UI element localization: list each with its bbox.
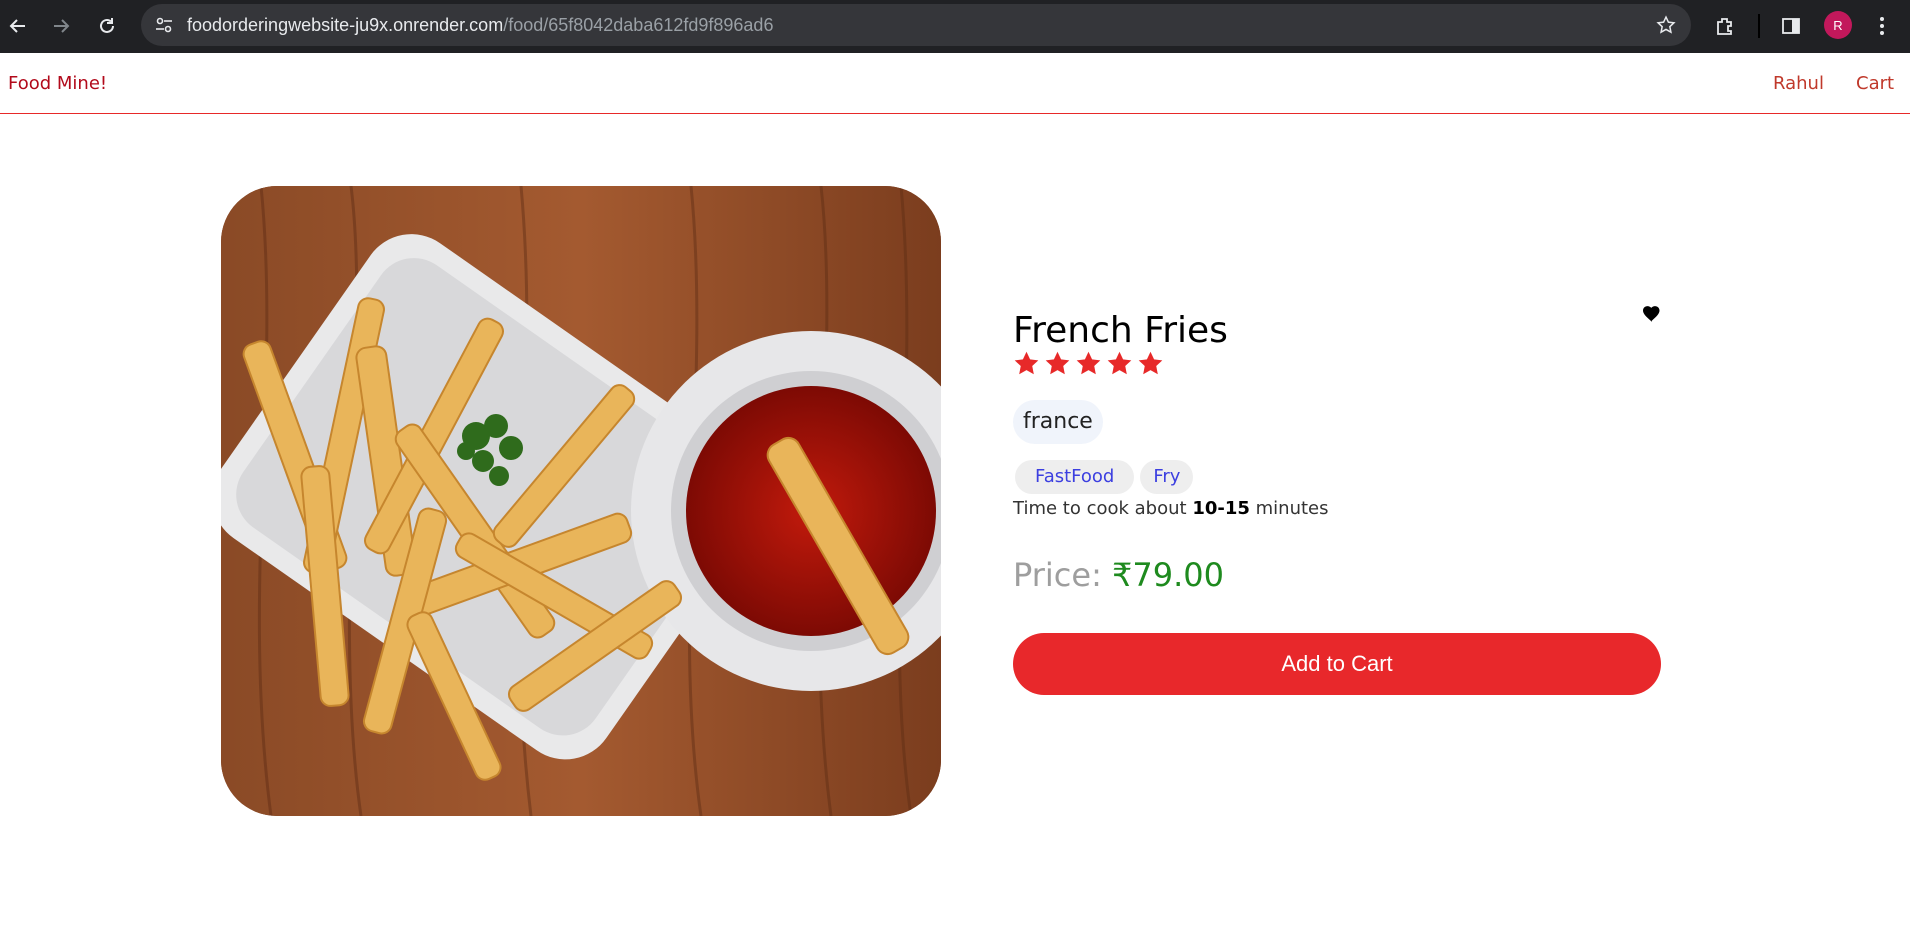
favorite-heart-icon[interactable] <box>1643 306 1663 326</box>
rating-stars <box>1013 350 1164 381</box>
site-header: Food Mine! Rahul Cart <box>0 53 1910 114</box>
side-panel-icon[interactable] <box>1775 10 1807 42</box>
back-arrow-icon[interactable] <box>2 10 34 42</box>
star-icon <box>1106 350 1133 381</box>
food-name: French Fries <box>1013 310 1228 351</box>
site-settings-icon[interactable] <box>151 12 177 38</box>
profile-avatar[interactable]: R <box>1824 11 1852 39</box>
toolbar-divider <box>1758 14 1760 38</box>
nav-user-link[interactable]: Rahul <box>1773 73 1824 94</box>
cook-time: Time to cook about 10-15 minutes <box>1013 498 1329 519</box>
url-text: foodorderingwebsite-ju9x.onrender.com/fo… <box>187 4 773 46</box>
star-icon <box>1137 350 1164 381</box>
browser-toolbar: foodorderingwebsite-ju9x.onrender.com/fo… <box>0 0 1910 53</box>
reload-icon[interactable] <box>91 10 123 42</box>
extensions-icon[interactable] <box>1709 10 1741 42</box>
star-icon <box>1013 350 1040 381</box>
cook-time-value: 10-15 <box>1192 498 1250 519</box>
price-value: ₹79.00 <box>1112 556 1224 594</box>
price-label: Price: <box>1013 556 1102 594</box>
nav-cart-link[interactable]: Cart <box>1856 73 1894 94</box>
url-host: foodorderingwebsite-ju9x.onrender.com <box>187 15 504 35</box>
food-tags: FastFood Fry <box>1015 460 1194 494</box>
origin-tag[interactable]: france <box>1013 400 1103 444</box>
more-menu-icon[interactable] <box>1866 10 1898 42</box>
star-icon <box>1075 350 1102 381</box>
cook-time-prefix: Time to cook about <box>1013 498 1187 519</box>
tag-fastfood[interactable]: FastFood <box>1015 460 1135 494</box>
star-icon <box>1044 350 1071 381</box>
bookmark-star-icon[interactable] <box>1653 12 1679 38</box>
cook-time-suffix: minutes <box>1255 498 1329 519</box>
food-image <box>221 186 941 816</box>
tag-fry[interactable]: Fry <box>1140 460 1194 494</box>
site-logo[interactable]: Food Mine! <box>8 73 107 94</box>
url-path: /food/65f8042daba612fd9f896ad6 <box>503 15 774 35</box>
add-to-cart-button[interactable]: Add to Cart <box>1013 633 1661 695</box>
forward-arrow-icon[interactable] <box>45 10 77 42</box>
address-bar[interactable]: foodorderingwebsite-ju9x.onrender.com/fo… <box>141 4 1691 46</box>
price: Price: ₹79.00 <box>1013 556 1224 594</box>
